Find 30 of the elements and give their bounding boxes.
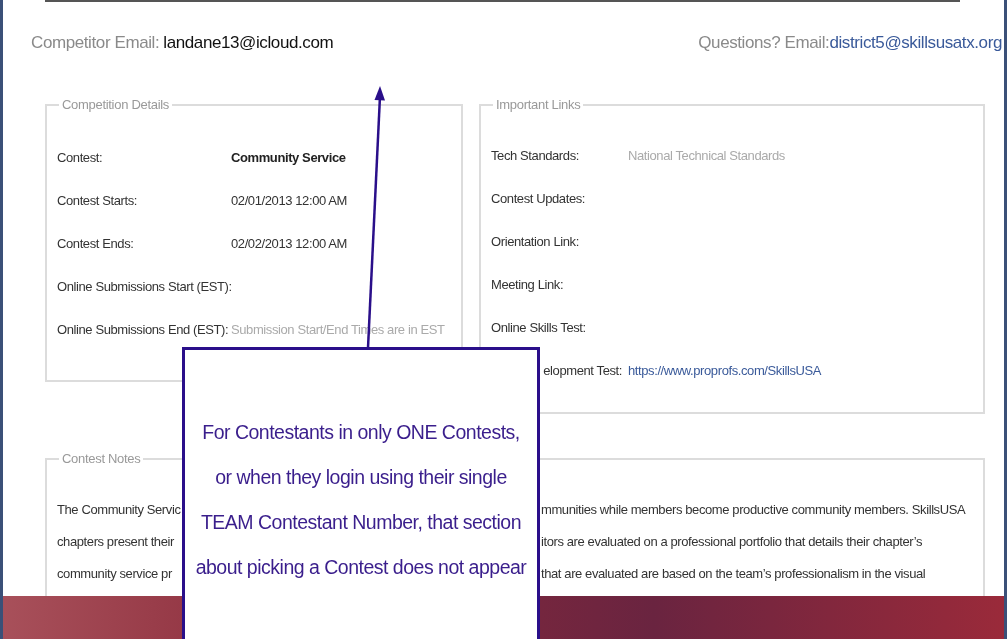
field-value: 02/01/2013 12:00 AM [231,192,348,210]
field-label: Contest Starts: [57,192,138,210]
field-value: National Technical Standards [628,147,786,165]
field-label: Orientation Link: [491,233,580,251]
field-value: 02/02/2013 12:00 AM [231,235,348,253]
field-label: Contest Updates: [491,190,587,208]
field-label: Meeting Link: [491,276,565,294]
note-text: The Community Servic [57,501,181,519]
email-text: landane13@icloud.com [163,33,334,52]
email-link[interactable]: district5@skillsusatx.org [829,33,1002,52]
field-value: Community Service [231,149,347,167]
note-text: community service pr [57,565,172,583]
section-title: Competition Details [61,97,170,112]
note-text: that are evaluated are based on the team’s professionalism in the visual [541,565,926,583]
section-title: Important Links [495,97,582,112]
field-label: Online Skills Test: [491,319,587,337]
note-text: mmunities while members become productive community members. SkillsUSA [541,501,966,519]
field-label: Questions? Email: [698,33,830,52]
field-label: Online Submissions End (EST): [57,321,230,339]
callout-text: For Contestants in only ONE Contests, or when they login using their single TEAM Contestant Number, that section about picking a Contest does not appear [195,420,527,580]
url-link[interactable]: https://www.proprofs.com/SkillsUSA [628,361,973,380]
field-label: Competitor Email: [31,33,160,52]
note-text: chapters present their [57,533,174,551]
field-label: Online Submissions Start (EST): [57,278,231,296]
field-label: elopment Test: [543,362,623,380]
field-label: Tech Standards: [491,147,580,165]
section-title: Contest Notes [61,451,142,466]
field-label: Contest Ends: [57,235,135,253]
note-text: itors are evaluated on a professional portfolio that details their chapter’s [541,533,923,551]
field-label: Contest: [57,149,104,167]
